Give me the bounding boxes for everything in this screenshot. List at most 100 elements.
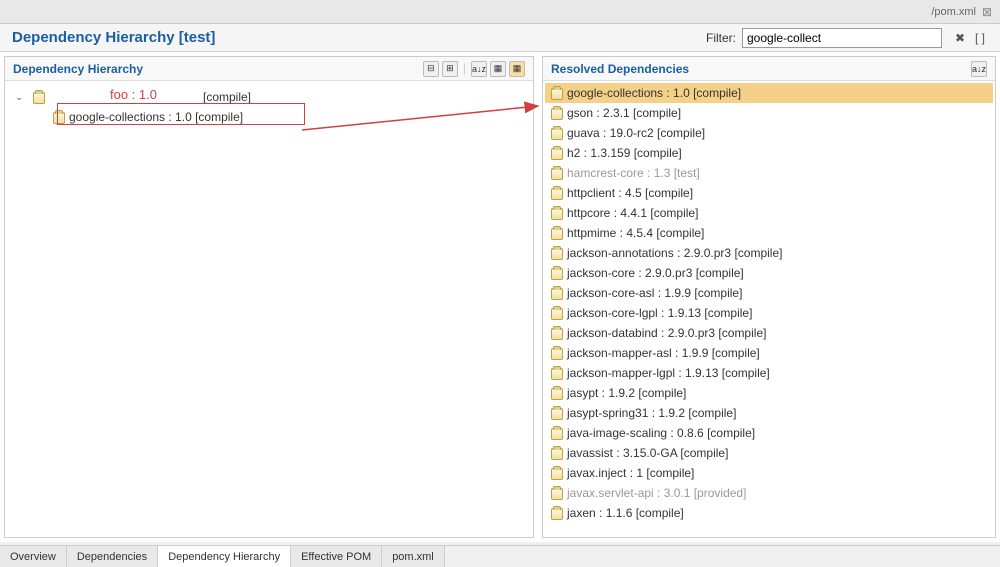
resolved-dependency-label: jackson-annotations : 2.9.0.pr3 [compile…	[567, 246, 782, 260]
resolved-dependency-row[interactable]: guava : 19.0-rc2 [compile]	[545, 123, 993, 143]
resolved-dependency-label: jackson-core-lgpl : 1.9.13 [compile]	[567, 306, 752, 320]
resolved-dependency-label: hamcrest-core : 1.3 [test]	[567, 166, 700, 180]
annotation-text: foo : 1.0	[110, 87, 157, 102]
left-panel-header: Dependency Hierarchy ⊟ ⊞ | a↓z ▦ ▦	[5, 57, 533, 81]
filter-area: Filter: ✖ [ ]	[706, 28, 988, 48]
left-panel-body[interactable]: ⌄ [compile] google-collections : 1.0 [co…	[5, 81, 533, 537]
sort-icon[interactable]: a↓z	[971, 61, 987, 77]
resolved-dependency-row[interactable]: hamcrest-core : 1.3 [test]	[545, 163, 993, 183]
resolved-dependency-row[interactable]: h2 : 1.3.159 [compile]	[545, 143, 993, 163]
resolved-dependency-row[interactable]: javax.servlet-api : 3.0.1 [provided]	[545, 483, 993, 503]
resolved-dependency-row[interactable]: javax.inject : 1 [compile]	[545, 463, 993, 483]
resolved-dependency-label: httpmime : 4.5.4 [compile]	[567, 226, 704, 240]
editor-tab-bar: /pom.xml ⊠	[0, 0, 1000, 24]
expand-all-icon[interactable]: ⊞	[442, 61, 458, 77]
resolved-dependency-row[interactable]: jasypt : 1.9.2 [compile]	[545, 383, 993, 403]
right-panel-body[interactable]: google-collections : 1.0 [compile] gson :…	[543, 81, 995, 537]
resolved-dependency-label: jackson-mapper-lgpl : 1.9.13 [compile]	[567, 366, 770, 380]
jar-icon	[549, 366, 563, 380]
jar-icon	[549, 506, 563, 520]
jar-icon	[549, 166, 563, 180]
resolved-dependency-label: javax.servlet-api : 3.0.1 [provided]	[567, 486, 746, 500]
resolved-dependency-label: httpcore : 4.4.1 [compile]	[567, 206, 698, 220]
main-area: Dependency Hierarchy ⊟ ⊞ | a↓z ▦ ▦ ⌄ [co…	[0, 52, 1000, 542]
resolved-dependency-label: jackson-core : 2.9.0.pr3 [compile]	[567, 266, 744, 280]
jar-icon	[549, 186, 563, 200]
jar-icon	[549, 126, 563, 140]
bottom-tab[interactable]: pom.xml	[382, 546, 445, 567]
bottom-tab-bar: OverviewDependenciesDependency Hierarchy…	[0, 545, 1000, 567]
filter-label: Filter:	[706, 31, 736, 45]
resolved-dependency-row[interactable]: jackson-annotations : 2.9.0.pr3 [compile…	[545, 243, 993, 263]
bottom-tab[interactable]: Overview	[0, 546, 67, 567]
jar-icon	[549, 106, 563, 120]
right-panel-title: Resolved Dependencies	[551, 62, 689, 76]
jar-icon	[549, 206, 563, 220]
bottom-tab[interactable]: Dependencies	[67, 546, 158, 567]
jar-icon	[51, 110, 65, 124]
jar-icon	[549, 246, 563, 260]
resolved-dependency-row[interactable]: jackson-core-asl : 1.9.9 [compile]	[545, 283, 993, 303]
jar-icon	[549, 226, 563, 240]
jar-icon	[549, 306, 563, 320]
jar-icon	[549, 446, 563, 460]
jar-icon	[549, 286, 563, 300]
jar-icon	[549, 326, 563, 340]
resolved-dependency-label: jasypt-spring31 : 1.9.2 [compile]	[567, 406, 736, 420]
sort-icon[interactable]: a↓z	[471, 61, 487, 77]
jar-icon	[549, 486, 563, 500]
bottom-tab[interactable]: Dependency Hierarchy	[158, 546, 291, 567]
collapse-all-icon[interactable]: ⊟	[423, 61, 439, 77]
resolved-dependency-row[interactable]: httpclient : 4.5 [compile]	[545, 183, 993, 203]
resolved-dependency-row[interactable]: httpcore : 4.4.1 [compile]	[545, 203, 993, 223]
resolved-dependency-row[interactable]: google-collections : 1.0 [compile]	[545, 83, 993, 103]
tree-child-row[interactable]: google-collections : 1.0 [compile]	[11, 107, 527, 127]
close-tab-button[interactable]: ⊠	[982, 5, 992, 19]
dependency-hierarchy-panel: Dependency Hierarchy ⊟ ⊞ | a↓z ▦ ▦ ⌄ [co…	[4, 56, 534, 538]
resolved-dependency-row[interactable]: gson : 2.3.1 [compile]	[545, 103, 993, 123]
separator-icon: |	[461, 61, 468, 77]
resolved-dependency-label: guava : 19.0-rc2 [compile]	[567, 126, 705, 140]
jar-icon	[549, 86, 563, 100]
resolved-dependency-label: httpclient : 4.5 [compile]	[567, 186, 693, 200]
expander-icon[interactable]: ⌄	[15, 92, 27, 103]
resolved-dependency-row[interactable]: jackson-core : 2.9.0.pr3 [compile]	[545, 263, 993, 283]
jar-icon	[549, 426, 563, 440]
resolved-dependency-row[interactable]: jasypt-spring31 : 1.9.2 [compile]	[545, 403, 993, 423]
clear-filter-icon[interactable]: ✖	[952, 30, 968, 46]
resolved-dependency-row[interactable]: jackson-mapper-asl : 1.9.9 [compile]	[545, 343, 993, 363]
jar-icon	[549, 386, 563, 400]
resolved-dependency-label: jasypt : 1.9.2 [compile]	[567, 386, 686, 400]
tree-root-row[interactable]: ⌄ [compile]	[11, 87, 527, 107]
resolved-dependencies-panel: Resolved Dependencies a↓z google-collect…	[542, 56, 996, 538]
file-path-label: /pom.xml	[931, 6, 976, 18]
resolved-dependency-label: h2 : 1.3.159 [compile]	[567, 146, 682, 160]
resolved-dependency-label: gson : 2.3.1 [compile]	[567, 106, 681, 120]
resolved-dependency-label: jackson-core-asl : 1.9.9 [compile]	[567, 286, 742, 300]
resolved-dependency-label: jaxen : 1.1.6 [compile]	[567, 506, 684, 520]
resolved-dependency-row[interactable]: jaxen : 1.1.6 [compile]	[545, 503, 993, 523]
title-bar: Dependency Hierarchy [test] Filter: ✖ [ …	[0, 24, 1000, 52]
bottom-tab[interactable]: Effective POM	[291, 546, 382, 567]
tree-root-scope: [compile]	[203, 90, 251, 104]
jar-icon	[549, 466, 563, 480]
resolved-dependency-row[interactable]: java-image-scaling : 0.8.6 [compile]	[545, 423, 993, 443]
resolved-dependency-label: jackson-databind : 2.9.0.pr3 [compile]	[567, 326, 766, 340]
resolved-dependency-label: javax.inject : 1 [compile]	[567, 466, 694, 480]
right-panel-header: Resolved Dependencies a↓z	[543, 57, 995, 81]
jar-icon	[549, 146, 563, 160]
highlight-icon[interactable]: ▦	[509, 61, 525, 77]
page-title: Dependency Hierarchy [test]	[12, 29, 215, 46]
jar-icon	[549, 266, 563, 280]
left-panel-title: Dependency Hierarchy	[13, 62, 143, 76]
resolved-dependency-row[interactable]: jackson-databind : 2.9.0.pr3 [compile]	[545, 323, 993, 343]
resolved-dependency-row[interactable]: javassist : 3.15.0-GA [compile]	[545, 443, 993, 463]
nested-view-icon[interactable]: ▦	[490, 61, 506, 77]
jar-icon	[31, 90, 45, 104]
jar-icon	[549, 346, 563, 360]
filter-input[interactable]	[742, 28, 942, 48]
resolved-dependency-row[interactable]: jackson-core-lgpl : 1.9.13 [compile]	[545, 303, 993, 323]
resolved-dependency-row[interactable]: jackson-mapper-lgpl : 1.9.13 [compile]	[545, 363, 993, 383]
resolved-dependency-row[interactable]: httpmime : 4.5.4 [compile]	[545, 223, 993, 243]
toggle-brackets-icon[interactable]: [ ]	[972, 30, 988, 46]
